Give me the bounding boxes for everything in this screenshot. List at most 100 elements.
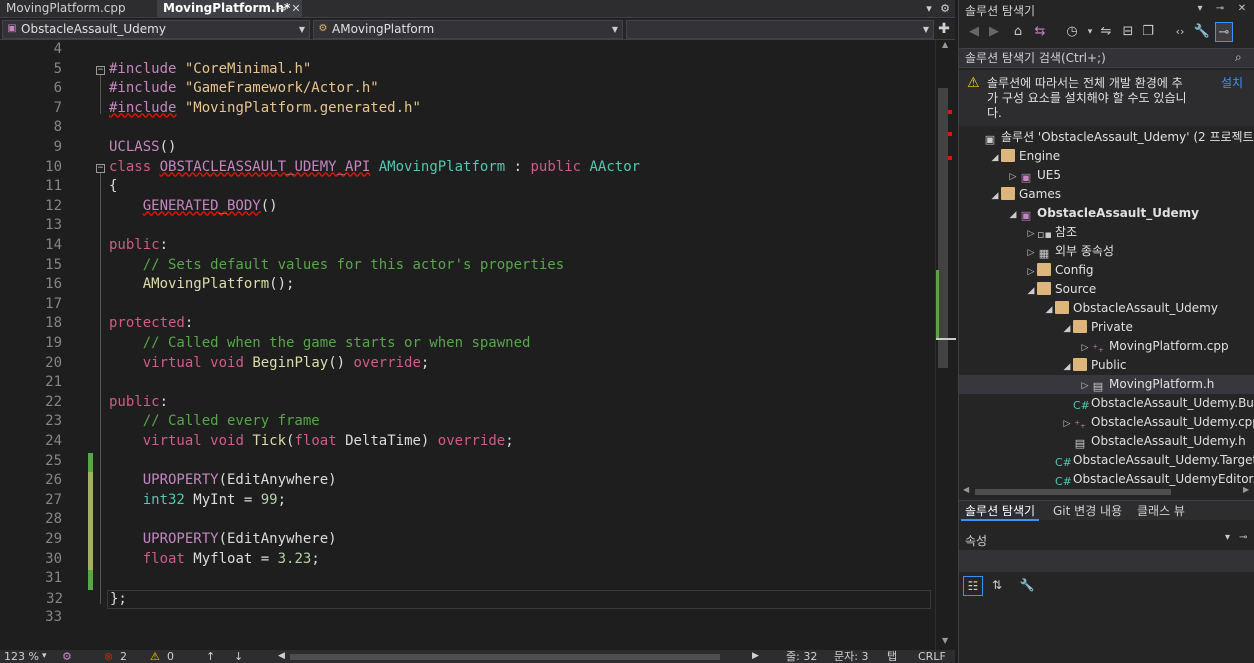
tree-item[interactable]: C#ObstacleAssault_Udemy.Build.cs <box>959 394 1254 413</box>
pin-icon[interactable]: ⊸ <box>1211 0 1229 18</box>
forward-icon[interactable]: ▶ <box>985 22 1003 42</box>
code-line[interactable]: 19 // Called when the game starts or whe… <box>0 335 935 355</box>
code-line[interactable]: 28 <box>0 511 935 531</box>
scroll-down-icon[interactable]: ▼ <box>942 636 948 645</box>
member-dropdown[interactable]: ▼ <box>626 20 934 39</box>
arrow-up-icon[interactable]: ↑ <box>206 650 215 663</box>
sync-icon[interactable]: ⇋ <box>1097 22 1115 42</box>
code-line[interactable]: 6 #include "GameFramework/Actor.h" <box>0 80 935 100</box>
tree-item[interactable]: ▷ ▣ UE5 <box>959 166 1254 185</box>
code-line[interactable]: 8 <box>0 119 935 139</box>
fold-icon[interactable]: − <box>96 163 105 173</box>
tree-item[interactable]: ◢ Engine <box>959 147 1254 166</box>
search-input[interactable]: 솔루션 탐색기 검색(Ctrl+;) <box>959 48 1254 68</box>
code-line[interactable]: 13 <box>0 217 935 237</box>
code-line[interactable]: 10 − class OBSTACLEASSAULT_UDEMY_API AMovi… <box>0 159 935 179</box>
code-line[interactable]: 30 float Myfloat = 3.23; <box>0 551 935 571</box>
scroll-left-icon[interactable]: ◀ <box>278 650 285 663</box>
code-line[interactable]: 33 <box>0 609 935 629</box>
vertical-scrollbar[interactable]: ▲ ▼ <box>935 40 956 650</box>
switch-view-icon[interactable]: ⇆ <box>1031 22 1049 42</box>
copilot-icon[interactable]: ⚙ <box>62 650 72 663</box>
code-line[interactable]: 14 public: <box>0 237 935 257</box>
arrow-down-icon[interactable]: ↓ <box>234 650 243 663</box>
eol-indicator[interactable]: CRLF <box>918 650 946 663</box>
code-line[interactable]: 29 UPROPERTY(EditAnywhere) <box>0 531 935 551</box>
tab-mode-indicator[interactable]: 탭 <box>887 650 897 663</box>
code-line[interactable]: 24 virtual void Tick(float DeltaTime) ov… <box>0 433 935 453</box>
close-icon[interactable]: ✕ <box>289 0 303 18</box>
back-icon[interactable]: ◀ <box>965 22 983 42</box>
code-line[interactable]: 11 { <box>0 178 935 198</box>
code-line[interactable]: 21 <box>0 374 935 394</box>
code-line[interactable]: 32}; <box>46 589 931 610</box>
pin-icon[interactable]: ⊸ <box>1239 532 1247 543</box>
tab-class-view[interactable]: 클래스 뷰 <box>1133 501 1189 521</box>
code-line[interactable]: 12 GENERATED_BODY() <box>0 198 935 218</box>
code-line[interactable]: 16 AMovingPlatform(); <box>0 276 935 296</box>
chevron-down-icon[interactable]: ▾ <box>1225 532 1230 543</box>
scroll-left-icon[interactable]: ◀ <box>963 485 969 494</box>
solution-tree[interactable]: ▣ 솔루션 'ObstacleAssault_Udemy' (2 프로젝트의 ◢ En… <box>959 128 1254 486</box>
code-line[interactable]: 23 // Called every frame <box>0 413 935 433</box>
wrench-icon[interactable]: 🔧 <box>1017 576 1037 596</box>
tree-item[interactable]: ◢ Games <box>959 185 1254 204</box>
code-line[interactable]: 15 // Sets default values for this actor… <box>0 257 935 277</box>
tree-item[interactable]: ◢ ObstacleAssault_Udemy <box>959 299 1254 318</box>
categorized-icon[interactable]: ☷ <box>963 576 983 596</box>
code-line[interactable]: 7 #include "MovingPlatform.generated.h" <box>0 100 935 120</box>
code-line[interactable]: 20 virtual void BeginPlay() override; <box>0 355 935 375</box>
scroll-right-icon[interactable]: ▶ <box>1243 485 1249 494</box>
tree-item[interactable]: ▷ ▤ MovingPlatform.h <box>959 375 1254 394</box>
error-icon[interactable]: ⊗ <box>104 650 113 663</box>
tab-solution-explorer[interactable]: 솔루션 탐색기 <box>961 501 1040 521</box>
preview-icon[interactable]: ⊸ <box>1215 22 1233 42</box>
tree-item[interactable]: ◢ ▣ ObstacleAssault_Udemy <box>959 204 1254 223</box>
gear-icon[interactable]: ⚙ <box>938 0 952 18</box>
project-dropdown[interactable]: ▣ ObstacleAssault_Udemy ▼ <box>2 20 310 39</box>
tree-item[interactable]: ▷ ▦ 외부 종속성 <box>959 242 1254 261</box>
chevron-down-icon[interactable]: ▾ <box>1191 0 1209 18</box>
tab-git-changes[interactable]: Git 변경 내용 <box>1049 501 1126 521</box>
scroll-right-icon[interactable]: ▶ <box>752 650 759 663</box>
scroll-thumb[interactable] <box>938 88 948 368</box>
code-line[interactable]: 25 <box>0 453 935 473</box>
error-count[interactable]: 2 <box>120 650 127 663</box>
history-icon[interactable]: ◷ <box>1063 22 1081 42</box>
split-icon[interactable]: ✚ <box>937 20 951 38</box>
tab-overflow-icon[interactable]: ▾ <box>922 0 936 18</box>
column-indicator[interactable]: 문자: 3 <box>834 650 868 663</box>
tree-item[interactable]: ▣ 솔루션 'ObstacleAssault_Udemy' (2 프로젝트의 <box>959 128 1254 147</box>
tree-item[interactable]: ◢ Public <box>959 356 1254 375</box>
warning-icon[interactable]: ⚠ <box>150 650 160 663</box>
code-area[interactable]: 4 5− #include "CoreMinimal.h" 6 #include "Ga… <box>0 40 935 650</box>
code-view-icon[interactable]: ‹› <box>1171 22 1189 42</box>
tree-horizontal-scrollbar[interactable]: ◀ ▶ <box>959 485 1254 497</box>
code-line[interactable]: 31 <box>0 570 935 590</box>
copy-icon[interactable]: ❐ <box>1139 22 1157 42</box>
code-line[interactable]: 5 − #include "CoreMinimal.h" <box>0 61 935 81</box>
install-link[interactable]: 설치 <box>1221 76 1243 91</box>
tree-item[interactable]: ▷ Config <box>959 261 1254 280</box>
chevron-down-icon[interactable]: ▾ <box>42 650 47 663</box>
scroll-thumb[interactable] <box>975 489 1171 495</box>
tree-item[interactable]: ▷ ⁺₊ ObstacleAssault_Udemy.cpp <box>959 413 1254 432</box>
code-line[interactable]: 9 UCLASS() <box>0 139 935 159</box>
tree-item[interactable]: ▷ ▫▪ 참조 <box>959 223 1254 242</box>
tree-item[interactable]: C#ObstacleAssault_Udemy.Target.cs <box>959 451 1254 470</box>
tree-item[interactable]: ▷ ⁺₊ MovingPlatform.cpp <box>959 337 1254 356</box>
tree-item[interactable]: ◢ Private <box>959 318 1254 337</box>
code-line[interactable]: 18 protected: <box>0 315 935 335</box>
code-line[interactable]: 17 <box>0 296 935 316</box>
fold-icon[interactable]: − <box>96 65 105 75</box>
tree-item[interactable]: ◢ Source <box>959 280 1254 299</box>
tab-movingplatform-cpp[interactable]: MovingPlatform.cpp <box>0 0 156 18</box>
code-line[interactable]: 4 <box>0 41 935 61</box>
tree-item[interactable]: C#ObstacleAssault_UdemyEditor.Target.cs <box>959 470 1254 486</box>
horizontal-scroll-thumb[interactable] <box>290 654 720 660</box>
pin-icon[interactable]: ⊸ <box>275 0 289 18</box>
zoom-level[interactable]: 123 % <box>4 650 39 663</box>
code-line[interactable]: 26 UPROPERTY(EditAnywhere) <box>0 472 935 492</box>
scroll-up-icon[interactable]: ▲ <box>942 40 948 49</box>
tab-movingplatform-h[interactable]: MovingPlatform.h* ⊸ ✕ <box>157 0 302 18</box>
